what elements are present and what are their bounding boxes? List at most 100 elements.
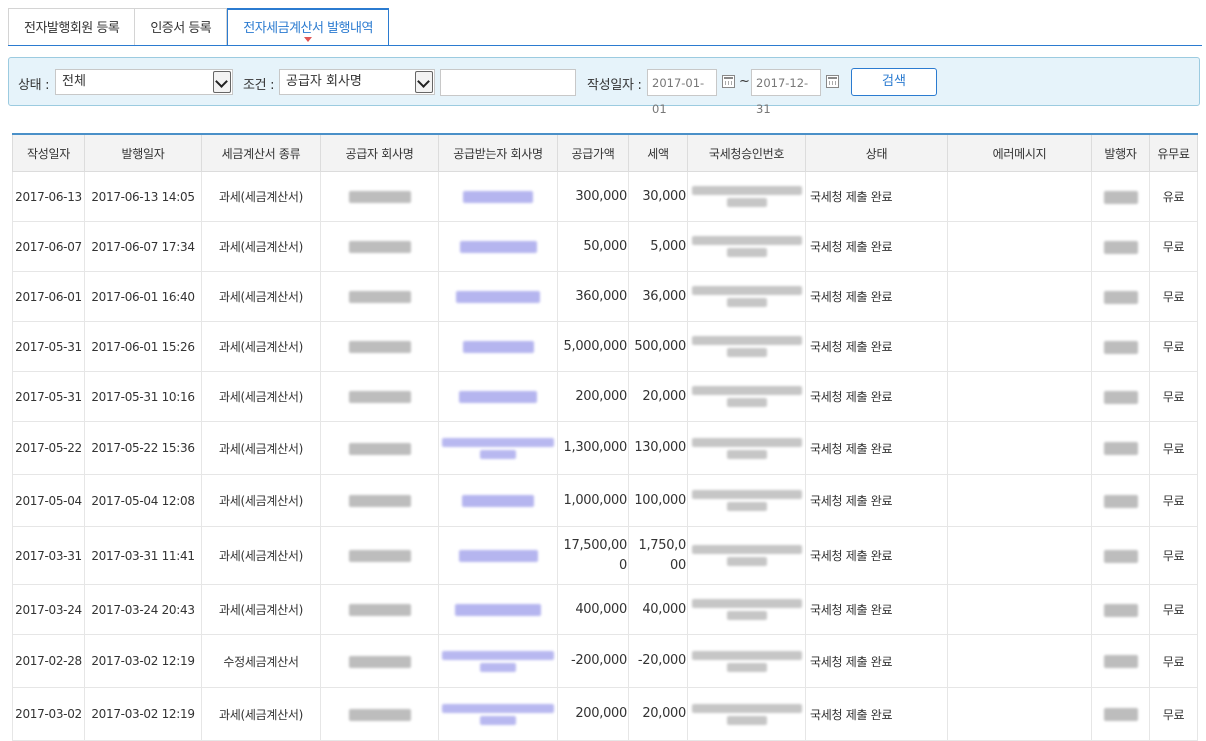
column-header[interactable]: 국세청승인번호 [687, 133, 806, 172]
redacted-text [1103, 708, 1138, 721]
tax-amount-cell: 40,000 [628, 584, 688, 635]
table-row[interactable]: 2017-06-07 2017-06-07 17:34 과세(세금계산서) 50,00… [12, 221, 1198, 272]
issue-date-cell: 2017-05-04 12:08 [84, 474, 202, 527]
issue-date-cell: 2017-06-07 17:34 [84, 221, 202, 272]
keyword-input[interactable] [440, 69, 576, 96]
column-header[interactable]: 공급자 회사명 [320, 133, 439, 172]
redacted-text [691, 487, 802, 514]
redacted-text [348, 495, 411, 507]
tab-member-registration[interactable]: 전자발행회원 등록 [8, 8, 136, 45]
fee-cell: 무료 [1149, 584, 1198, 635]
tax-amount-cell: -20,000 [628, 634, 688, 688]
redacted-text [691, 648, 802, 675]
tax-amount-cell: 30,000 [628, 171, 688, 222]
table-row[interactable]: 2017-03-31 2017-03-31 11:41 과세(세금계산서) 17,50… [12, 526, 1198, 585]
column-header[interactable]: 상태 [805, 133, 948, 172]
status-cell: 국세청 제출 완료 [805, 474, 948, 527]
invoice-type-cell: 수정세금계산서 [201, 634, 321, 688]
write-date-cell: 2017-06-07 [12, 221, 85, 272]
supplier-name-cell [320, 526, 439, 585]
error-message-cell [947, 371, 1092, 422]
redacted-text [1103, 190, 1138, 204]
date-label: 작성일자 : [587, 78, 642, 93]
table-row[interactable]: 2017-03-02 2017-03-02 12:19 과세(세금계산서) 200,0… [12, 687, 1198, 741]
redacted-text [348, 241, 411, 253]
column-header[interactable]: 세금계산서 종류 [201, 133, 321, 172]
issuer-cell [1091, 221, 1150, 272]
table-row[interactable]: 2017-05-04 2017-05-04 12:08 과세(세금계산서) 1,000… [12, 474, 1198, 527]
search-button[interactable]: 검색 [851, 68, 937, 96]
supplier-name-cell [320, 421, 439, 475]
redacted-text [462, 495, 534, 507]
error-message-cell [947, 421, 1092, 475]
redacted-text [1103, 549, 1138, 563]
buyer-name-cell [438, 421, 558, 475]
column-header[interactable]: 유무료 [1149, 133, 1198, 172]
redacted-text [1103, 655, 1138, 668]
table-row[interactable]: 2017-05-22 2017-05-22 15:36 과세(세금계산서) 1,300… [12, 421, 1198, 475]
write-date-cell: 2017-03-02 [12, 687, 85, 741]
supply-amount-cell: 17,500,000 [557, 526, 629, 585]
redacted-text [691, 233, 802, 260]
column-header[interactable]: 공급가액 [557, 133, 629, 172]
supplier-name-cell [320, 221, 439, 272]
buyer-name-cell [438, 526, 558, 585]
fee-cell: 무료 [1149, 634, 1198, 688]
date-to-input[interactable]: 2017-12-31 [751, 69, 821, 116]
redacted-text [1103, 494, 1138, 508]
tab-issue-history[interactable]: 전자세금계산서 발행내역 [227, 8, 389, 45]
table-row[interactable]: 2017-05-31 2017-05-31 10:16 과세(세금계산서) 200,0… [12, 371, 1198, 422]
table-row[interactable]: 2017-06-01 2017-06-01 16:40 과세(세금계산서) 360,0… [12, 271, 1198, 322]
nts-approval-number-cell [687, 221, 806, 272]
error-message-cell [947, 526, 1092, 585]
issue-date-cell: 2017-03-02 12:19 [84, 687, 202, 741]
supplier-name-cell [320, 474, 439, 527]
condition-select[interactable]: 공급자 회사명 [279, 69, 435, 95]
status-select[interactable]: 전체 [55, 69, 233, 95]
table-row[interactable]: 2017-06-13 2017-06-13 14:05 과세(세금계산서) 300,0… [12, 171, 1198, 222]
tab-certificate-registration[interactable]: 인증서 등록 [135, 8, 228, 45]
tax-amount-cell: 20,000 [628, 371, 688, 422]
redacted-text [348, 550, 411, 562]
column-header[interactable]: 작성일자 [12, 133, 85, 172]
redacted-text [348, 655, 411, 668]
write-date-cell: 2017-05-22 [12, 421, 85, 475]
redacted-text [459, 391, 537, 403]
status-cell: 국세청 제출 완료 [805, 221, 948, 272]
active-tab-caret-icon [304, 37, 313, 42]
nts-approval-number-cell [687, 474, 806, 527]
date-from-input[interactable]: 2017-01-01 [647, 69, 717, 116]
buyer-name-cell [438, 221, 558, 272]
column-header[interactable]: 세액 [628, 133, 688, 172]
tax-amount-cell: 36,000 [628, 271, 688, 322]
column-header[interactable]: 발행자 [1091, 133, 1150, 172]
redacted-text [691, 542, 802, 569]
nts-approval-number-cell [687, 321, 806, 372]
write-date-cell: 2017-06-01 [12, 271, 85, 322]
status-cell: 국세청 제출 완료 [805, 171, 948, 222]
nts-approval-number-cell [687, 421, 806, 475]
redacted-text [442, 435, 554, 462]
tab-underline [8, 45, 1202, 46]
invoice-type-cell: 과세(세금계산서) [201, 687, 321, 741]
buyer-name-cell [438, 474, 558, 527]
status-cell: 국세청 제출 완료 [805, 584, 948, 635]
redacted-text [455, 604, 541, 616]
invoice-type-cell: 과세(세금계산서) [201, 584, 321, 635]
calendar-icon[interactable] [826, 75, 839, 88]
tab-issue-history-label: 전자세금계산서 발행내역 [243, 21, 373, 36]
column-header[interactable]: 에러메시지 [947, 133, 1092, 172]
column-header[interactable]: 발행일자 [84, 133, 202, 172]
column-header[interactable]: 공급받는자 회사명 [438, 133, 558, 172]
fee-cell: 유료 [1149, 171, 1198, 222]
fee-cell: 무료 [1149, 271, 1198, 322]
error-message-cell [947, 474, 1092, 527]
supply-amount-cell: -200,000 [557, 634, 629, 688]
supplier-name-cell [320, 321, 439, 372]
nts-approval-number-cell [687, 584, 806, 635]
table-row[interactable]: 2017-02-28 2017-03-02 12:19 수정세금계산서 -200,00… [12, 634, 1198, 688]
redacted-text [348, 604, 411, 616]
table-row[interactable]: 2017-03-24 2017-03-24 20:43 과세(세금계산서) 400,0… [12, 584, 1198, 635]
table-row[interactable]: 2017-05-31 2017-06-01 15:26 과세(세금계산서) 5,000… [12, 321, 1198, 372]
calendar-icon[interactable] [722, 75, 735, 88]
